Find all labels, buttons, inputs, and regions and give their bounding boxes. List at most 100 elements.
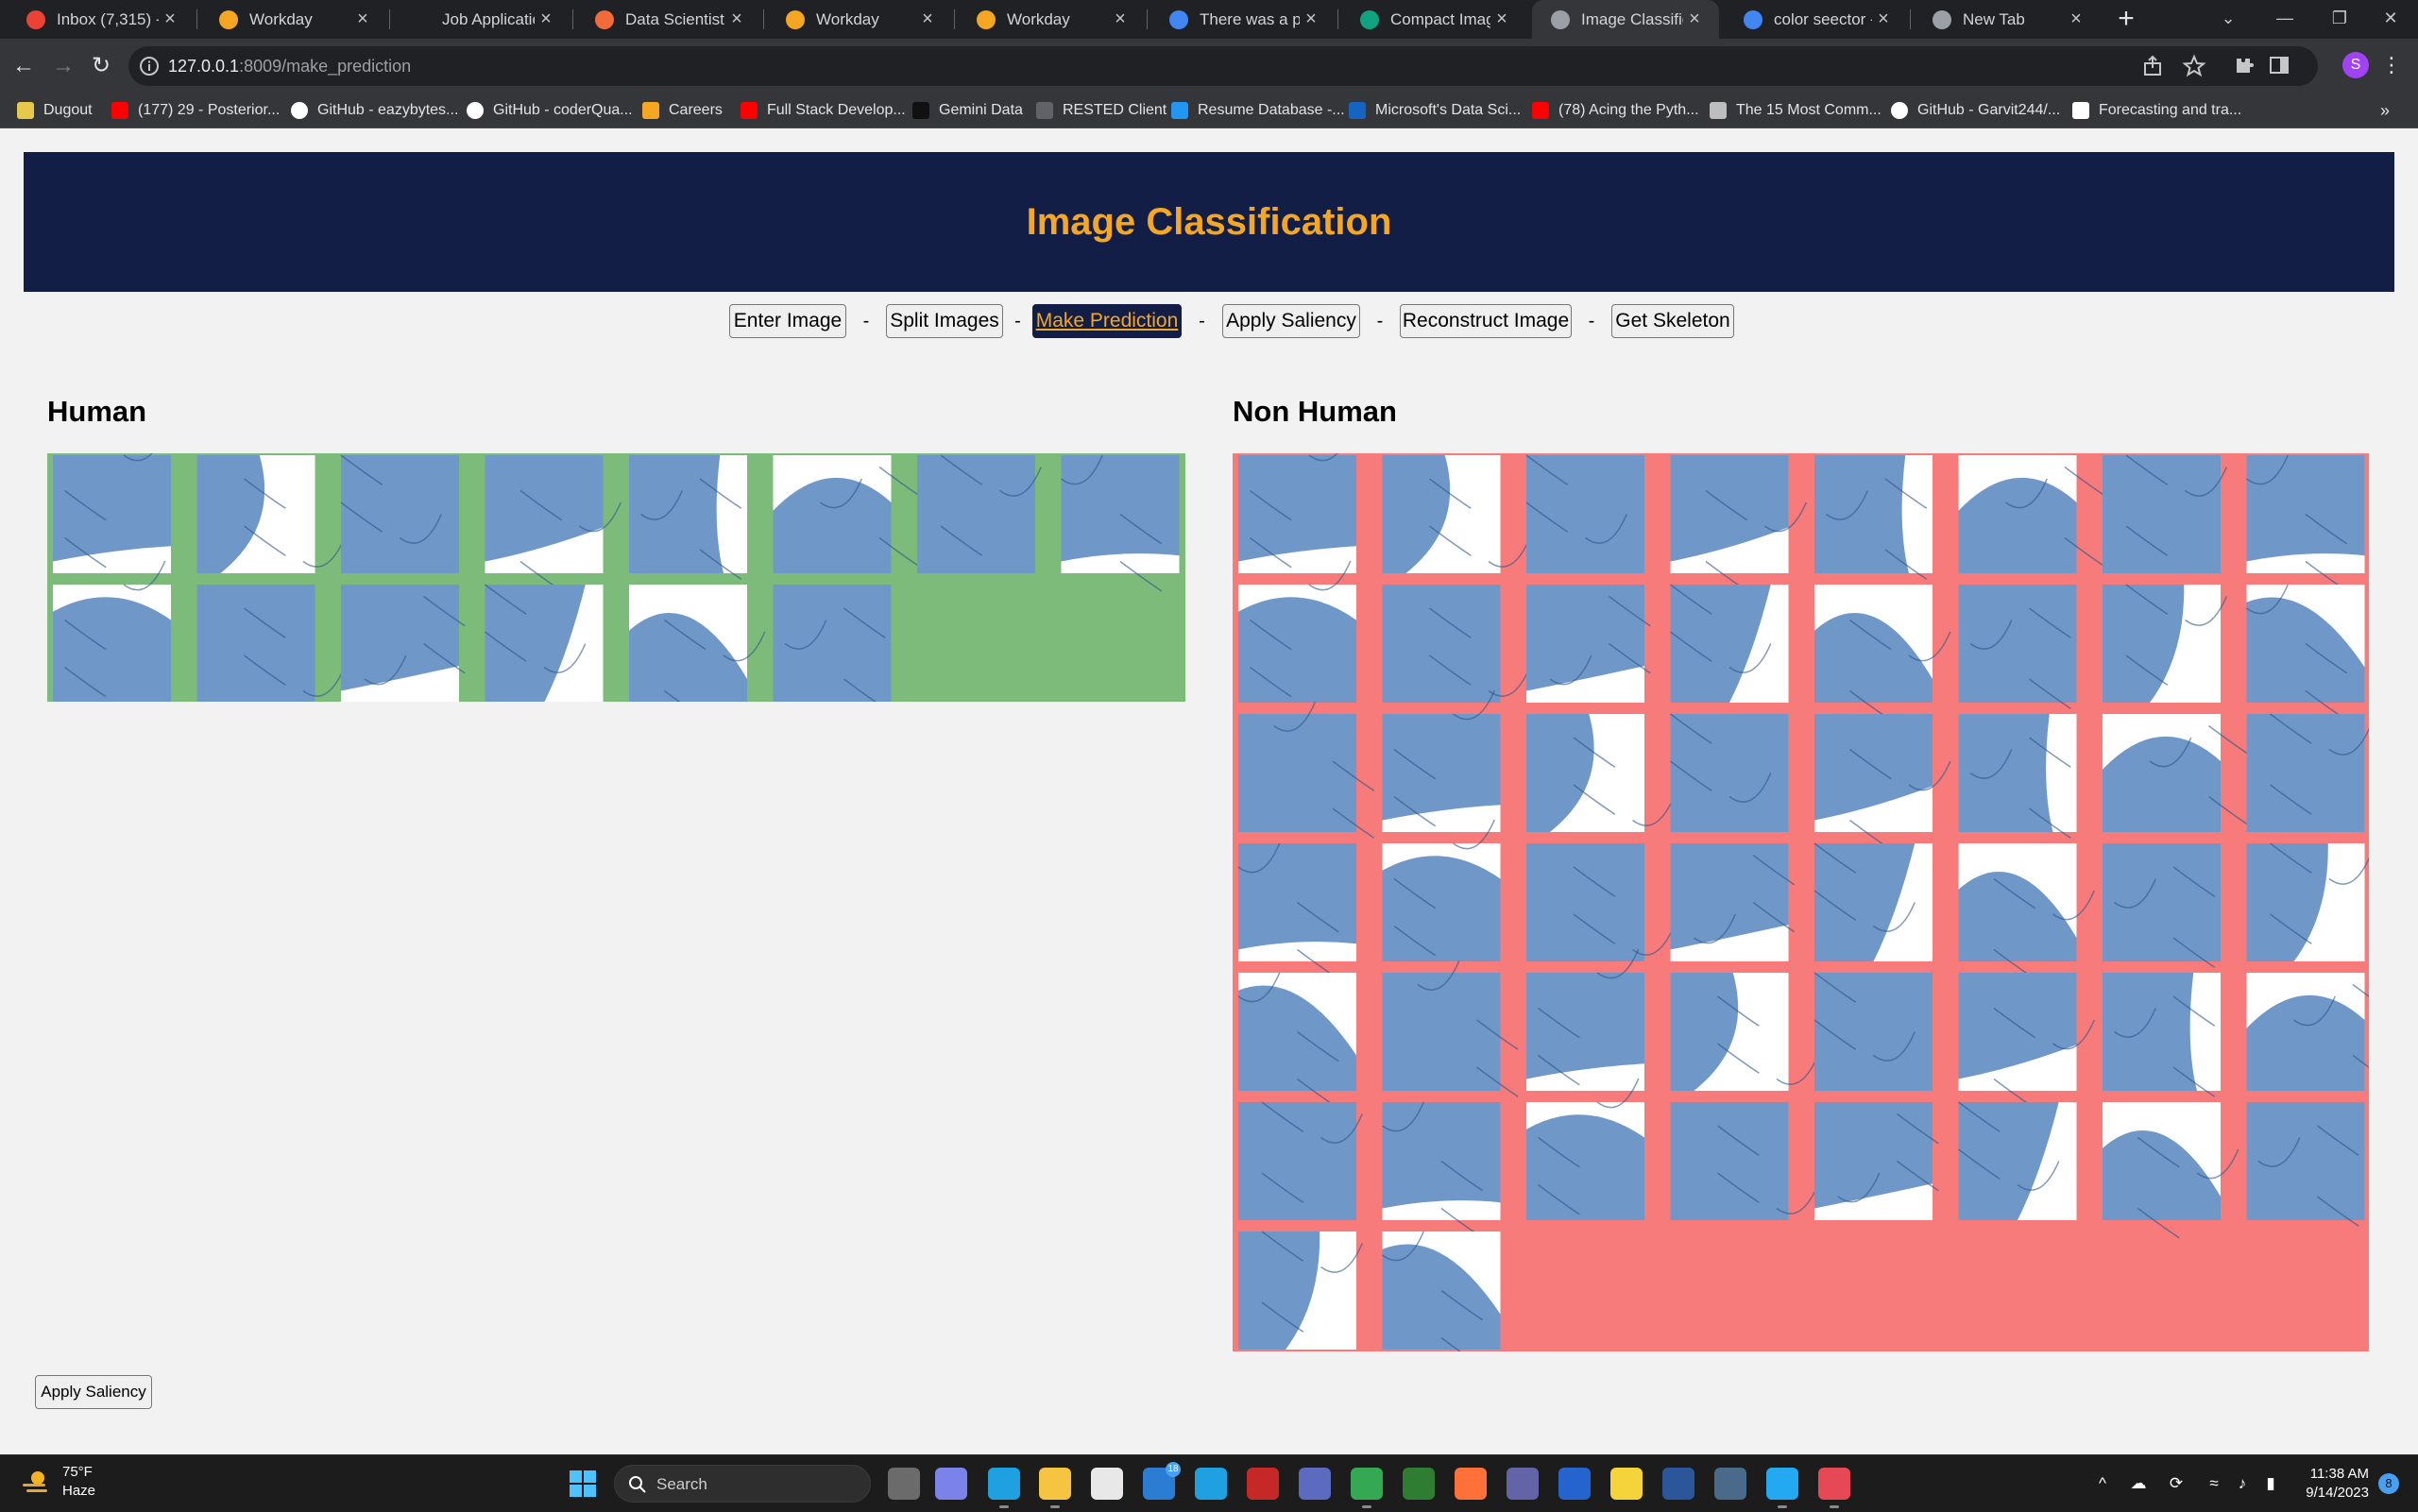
bookmark-item[interactable]: RESTED Client bbox=[1036, 93, 1166, 127]
address-bar[interactable]: 127.0.0.1:8009/make_prediction bbox=[128, 46, 2318, 86]
tab-close-icon[interactable]: × bbox=[535, 8, 557, 30]
tab-close-icon[interactable]: × bbox=[1683, 8, 1706, 30]
tab-search-chevron-icon[interactable]: ⌄ bbox=[2201, 0, 2256, 39]
nav-enter-image-button[interactable]: Enter Image bbox=[729, 304, 846, 338]
extension-icon[interactable] bbox=[2231, 53, 2256, 77]
todo-icon[interactable] bbox=[1558, 1468, 1591, 1500]
bookmark-item[interactable]: Forecasting and tra... bbox=[2072, 93, 2241, 127]
browser-tab[interactable]: Workday × bbox=[767, 0, 952, 39]
vscode-icon[interactable] bbox=[1766, 1468, 1798, 1508]
tab-close-icon[interactable]: × bbox=[2065, 8, 2087, 30]
mail-icon[interactable]: 18 bbox=[1143, 1462, 1181, 1500]
taskbar-search-box[interactable]: Search bbox=[614, 1465, 871, 1503]
browser-tab[interactable]: Inbox (7,315) - sai× bbox=[8, 0, 195, 39]
tab-close-icon[interactable]: × bbox=[159, 8, 181, 30]
doc-icon bbox=[1710, 102, 1727, 119]
tab-close-icon[interactable]: × bbox=[725, 8, 748, 30]
weather-widget[interactable]: 75°F Haze bbox=[19, 1463, 95, 1501]
url-path: :8009/make_prediction bbox=[239, 57, 412, 76]
share-icon[interactable] bbox=[2140, 54, 2165, 78]
tab-close-icon[interactable]: × bbox=[1109, 8, 1132, 30]
bookmark-item[interactable]: Careers bbox=[642, 93, 723, 127]
browser-tab[interactable]: Workday × bbox=[958, 0, 1145, 39]
restore-icon[interactable]: ❐ bbox=[2312, 0, 2367, 39]
browser-tab[interactable]: Data Scientist - O× bbox=[576, 0, 761, 39]
wifi-icon[interactable]: ≈ bbox=[2203, 1472, 2225, 1495]
bookmark-item[interactable]: Dugout bbox=[17, 93, 93, 127]
tab-close-icon[interactable]: × bbox=[1872, 8, 1895, 30]
bookmark-item[interactable]: The 15 Most Comm... bbox=[1710, 93, 1882, 127]
tab-close-icon[interactable]: × bbox=[1300, 8, 1322, 30]
mcafee-icon[interactable] bbox=[1247, 1468, 1279, 1500]
sticky-notes-icon[interactable] bbox=[1610, 1468, 1643, 1500]
windows-start-icon[interactable] bbox=[569, 1470, 597, 1498]
microsoft-store-icon[interactable] bbox=[1091, 1468, 1123, 1500]
browser-tab[interactable]: Image Classificatio× bbox=[1532, 0, 1719, 39]
nav-apply-saliency-button[interactable]: Apply Saliency bbox=[1222, 304, 1360, 338]
excel-chart-icon[interactable] bbox=[1403, 1468, 1435, 1500]
snipping-tool-icon[interactable] bbox=[1818, 1468, 1850, 1508]
l-app-icon[interactable] bbox=[1195, 1468, 1227, 1500]
bookmark-item[interactable]: (78) Acing the Pyth... bbox=[1532, 93, 1699, 127]
non-human-image-tile bbox=[1958, 714, 2077, 839]
task-view-icon[interactable] bbox=[888, 1468, 920, 1500]
edge-browser-icon[interactable] bbox=[988, 1468, 1020, 1508]
profile-avatar[interactable]: S bbox=[2342, 52, 2369, 78]
nav-split-images-button[interactable]: Split Images bbox=[886, 304, 1003, 338]
teams-icon[interactable] bbox=[1507, 1468, 1539, 1500]
nav-make-prediction-button[interactable]: Make Prediction bbox=[1032, 304, 1182, 338]
show-hidden-icons-chevron[interactable]: ^ bbox=[2091, 1472, 2114, 1495]
sync-icon[interactable]: ⟳ bbox=[2165, 1472, 2188, 1495]
bookmark-item[interactable]: Microsoft's Data Sci... bbox=[1349, 93, 1521, 127]
tab-close-icon[interactable]: × bbox=[1490, 8, 1513, 30]
youtube-icon bbox=[1532, 102, 1549, 119]
site-info-icon[interactable] bbox=[138, 55, 161, 77]
performance-monitor-icon[interactable] bbox=[1714, 1468, 1746, 1500]
new-tab-button[interactable]: + bbox=[2112, 4, 2140, 34]
bookmark-item[interactable]: GitHub - eazybytes... bbox=[291, 93, 458, 127]
bookmark-item[interactable]: Resume Database -... bbox=[1171, 93, 1345, 127]
bookmark-item[interactable]: GitHub - coderQua... bbox=[467, 93, 633, 127]
firefox-icon[interactable] bbox=[1455, 1468, 1487, 1500]
bookmark-item[interactable]: Gemini Data bbox=[912, 93, 1023, 127]
bookmark-item[interactable]: GitHub - Garvit244/... bbox=[1891, 93, 2060, 127]
teams-chat-icon[interactable] bbox=[935, 1468, 967, 1500]
bookmark-item[interactable]: (177) 29 - Posterior... bbox=[111, 93, 280, 127]
forward-button[interactable]: → bbox=[47, 50, 79, 82]
non-human-image-tile bbox=[1958, 1101, 2077, 1220]
bookmark-star-icon[interactable] bbox=[2182, 54, 2206, 78]
browser-tab[interactable]: There was a probl× bbox=[1150, 0, 1336, 39]
browser-tab[interactable]: Workday × bbox=[200, 0, 387, 39]
tab-title: Workday bbox=[816, 9, 879, 28]
non-human-image-tile bbox=[1814, 714, 1951, 851]
nav-reconstruct-image-button[interactable]: Reconstruct Image bbox=[1400, 304, 1572, 338]
power-automate-icon[interactable] bbox=[1299, 1468, 1331, 1500]
word-icon[interactable] bbox=[1662, 1468, 1694, 1500]
non-human-section-heading: Non Human bbox=[1233, 395, 1397, 428]
side-panel-icon[interactable] bbox=[2267, 53, 2291, 77]
battery-icon[interactable]: ▮ bbox=[2259, 1472, 2282, 1495]
onedrive-icon[interactable]: ☁ bbox=[2127, 1472, 2150, 1495]
close-window-icon[interactable]: ✕ bbox=[2363, 0, 2418, 39]
non-human-image-tile bbox=[2103, 1102, 2239, 1239]
bookmark-item[interactable]: Full Stack Develop... bbox=[741, 93, 906, 127]
browser-tab[interactable]: New Tab × bbox=[1914, 0, 2101, 39]
tab-close-icon[interactable]: × bbox=[351, 8, 374, 30]
nav-get-skeleton-button[interactable]: Get Skeleton bbox=[1611, 304, 1734, 338]
bookmarks-overflow-button[interactable]: » bbox=[2380, 93, 2390, 127]
system-clock[interactable]: 11:38 AM 9/14/2023 bbox=[2290, 1465, 2369, 1503]
browser-tab[interactable]: Job Application fo× bbox=[393, 0, 570, 39]
minimize-icon[interactable]: — bbox=[2257, 0, 2312, 39]
chrome-icon[interactable] bbox=[1351, 1468, 1383, 1508]
volume-icon[interactable]: ♪ bbox=[2231, 1472, 2254, 1495]
apply-saliency-button[interactable]: Apply Saliency bbox=[35, 1375, 152, 1409]
tab-close-icon[interactable]: × bbox=[916, 8, 939, 30]
browser-menu-icon[interactable]: ⋮ bbox=[2380, 48, 2403, 82]
browser-tab[interactable]: Compact Image G× bbox=[1341, 0, 1526, 39]
back-button[interactable]: ← bbox=[8, 50, 40, 82]
bookmark-label: (78) Acing the Pyth... bbox=[1558, 102, 1699, 118]
file-explorer-icon[interactable] bbox=[1039, 1468, 1071, 1508]
reload-button[interactable]: ↻ bbox=[85, 50, 117, 82]
notification-badge[interactable]: 8 bbox=[2378, 1473, 2399, 1494]
browser-tab[interactable]: color seector - Go× bbox=[1725, 0, 1908, 39]
